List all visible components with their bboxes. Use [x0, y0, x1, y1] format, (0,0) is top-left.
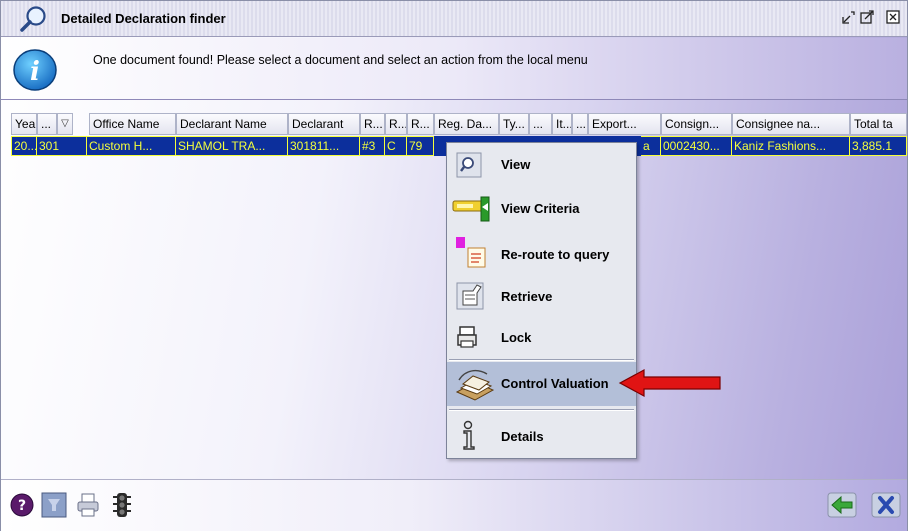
menu-item-label: View Criteria: [501, 201, 580, 216]
col-header-reg-date[interactable]: Reg. Da...: [434, 113, 499, 135]
bottom-toolbar: ?: [1, 479, 907, 531]
cell-r1: #3: [360, 136, 385, 156]
help-icon[interactable]: ?: [9, 492, 35, 518]
search-magnifier-icon: [20, 6, 46, 32]
annotation-arrow-icon: [618, 368, 721, 398]
close-window-icon[interactable]: [885, 9, 901, 25]
cell-r3: 79: [407, 136, 434, 156]
cell-export: a: [641, 136, 661, 156]
details-icon: [463, 420, 475, 450]
menu-item-view-criteria[interactable]: View Criteria: [447, 189, 636, 227]
cell-declarant-name: SHAMOL TRA...: [176, 136, 288, 156]
menu-item-retrieve[interactable]: Retrieve: [447, 277, 636, 315]
control-valuation-icon: [455, 369, 495, 401]
col-header-dots1[interactable]: ...: [529, 113, 552, 135]
traffic-light-icon[interactable]: [109, 492, 135, 518]
window-title: Detailed Declaration finder: [61, 11, 226, 26]
menu-item-label: Lock: [501, 330, 532, 345]
col-header-item[interactable]: It...: [552, 113, 572, 135]
minimize-icon[interactable]: [841, 9, 857, 25]
menu-item-label: View: [501, 157, 531, 172]
declaration-finder-window: Detailed Declaration finder i One docume…: [0, 0, 908, 531]
cell-office-name: Custom H...: [87, 136, 176, 156]
svg-text:?: ?: [18, 498, 26, 514]
menu-item-label: Retrieve: [501, 289, 553, 304]
col-header-r1[interactable]: R...: [360, 113, 385, 135]
col-header-office-name[interactable]: Office Name: [89, 113, 176, 135]
col-header-declarant-name[interactable]: Declarant Name: [176, 113, 288, 135]
back-arrow-icon[interactable]: [827, 492, 857, 518]
col-header-total-tax[interactable]: Total ta: [850, 113, 907, 135]
menu-item-label: Re-route to query: [501, 247, 610, 262]
context-menu: View View Criteria Re-route to query Ret…: [446, 142, 637, 459]
filter-icon[interactable]: [41, 492, 67, 518]
col-header-declarant[interactable]: Declarant: [288, 113, 360, 135]
cell-total-tax: 3,885.1: [850, 136, 907, 156]
retrieve-icon: [456, 282, 484, 310]
table-header: Year ... ▽ Office Name Declarant Name De…: [11, 113, 907, 135]
title-bar: Detailed Declaration finder: [1, 1, 907, 37]
menu-item-view[interactable]: View: [447, 145, 636, 183]
col-header-2[interactable]: ...: [37, 113, 57, 135]
menu-item-details[interactable]: Details: [447, 417, 636, 455]
menu-item-label: Details: [501, 429, 544, 444]
cell-consignee-name: Kaniz Fashions...: [732, 136, 850, 156]
svg-text:i: i: [30, 57, 40, 87]
menu-item-label: Control Valuation: [501, 376, 609, 391]
col-header-consignee-code[interactable]: Consign...: [661, 113, 732, 135]
cell-consignee-code: 0002430...: [661, 136, 732, 156]
info-icon: i: [13, 49, 57, 91]
col-header-export[interactable]: Export...: [588, 113, 661, 135]
menu-separator: [449, 359, 634, 361]
col-header-r3[interactable]: R...: [407, 113, 434, 135]
maximize-icon[interactable]: [859, 9, 875, 25]
cell-declarant: 301811...: [288, 136, 360, 156]
status-message: One document found! Please select a docu…: [93, 53, 588, 67]
col-header-year[interactable]: Year: [11, 113, 37, 135]
print-icon[interactable]: [75, 492, 101, 518]
sort-down-icon: ▽: [61, 118, 69, 129]
col-header-r2[interactable]: R...: [385, 113, 407, 135]
col-header-type[interactable]: Ty...: [499, 113, 529, 135]
lock-icon: [457, 326, 477, 348]
cell-year: 20...: [11, 136, 37, 156]
view-criteria-icon: [452, 196, 490, 222]
col-header-sort[interactable]: ▽: [57, 113, 73, 135]
close-x-icon[interactable]: [871, 492, 901, 518]
cell-office-code: 301: [37, 136, 87, 156]
col-header-dots2[interactable]: ...: [572, 113, 588, 135]
view-icon: [456, 152, 482, 178]
cell-r2: C: [385, 136, 407, 156]
menu-item-reroute[interactable]: Re-route to query: [447, 233, 636, 271]
menu-item-control-valuation[interactable]: Control Valuation: [447, 362, 636, 406]
message-bar: i One document found! Please select a do…: [1, 38, 907, 100]
col-header-consignee-name[interactable]: Consignee na...: [732, 113, 850, 135]
reroute-icon: [456, 237, 486, 268]
menu-separator: [449, 409, 634, 411]
menu-item-lock[interactable]: Lock: [447, 319, 636, 357]
